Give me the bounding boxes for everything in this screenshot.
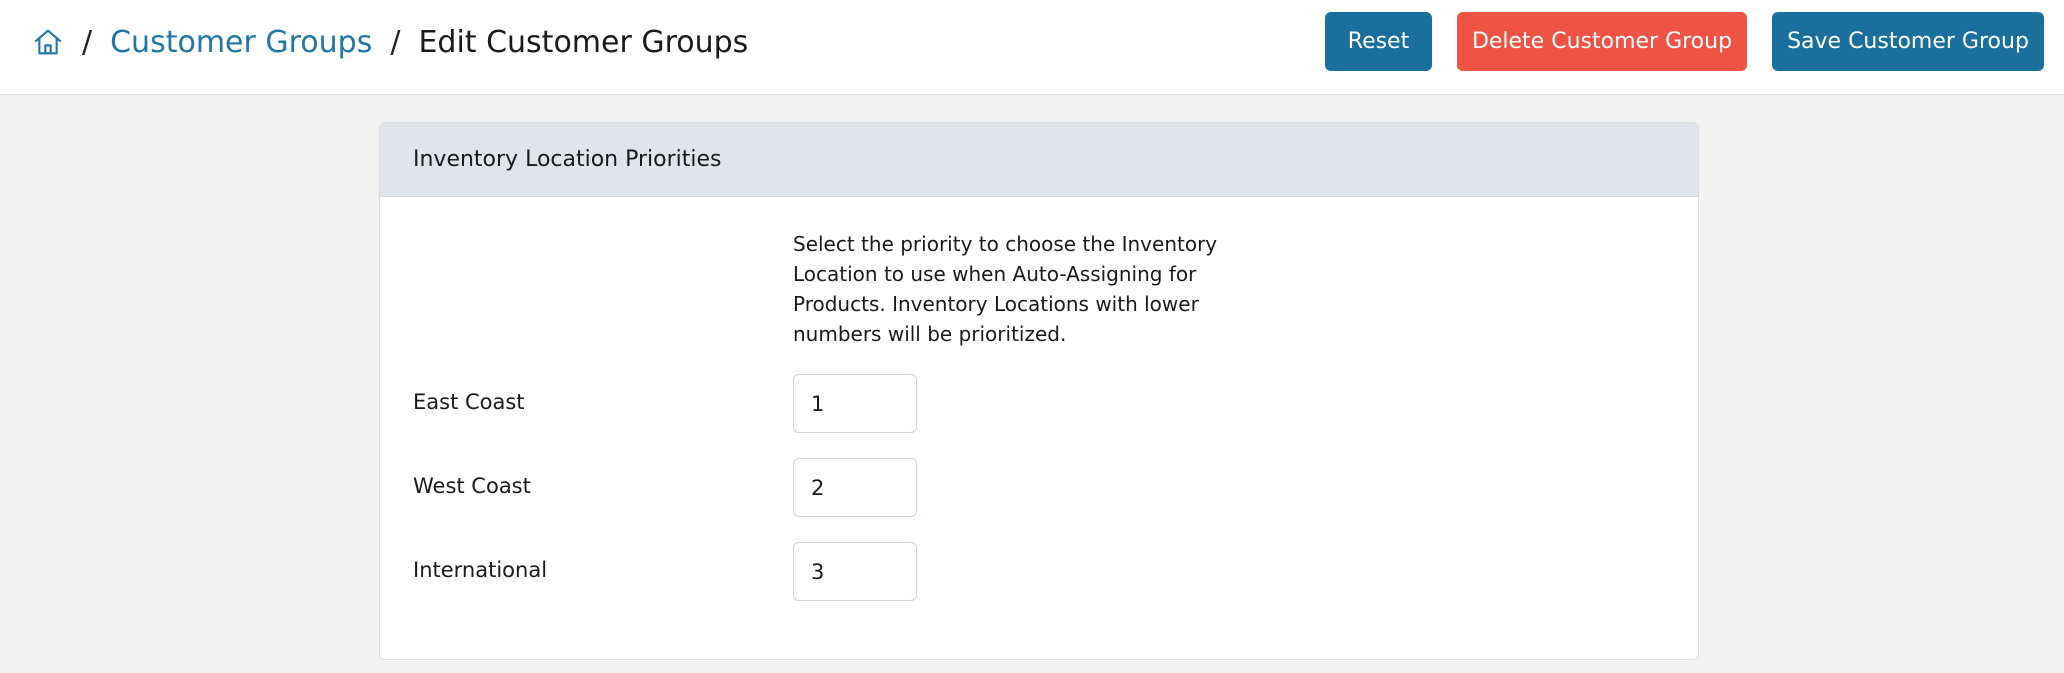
location-label-international: International [413, 558, 548, 582]
breadcrumb: / Customer Groups / Edit Customer Groups [32, 0, 748, 84]
priority-description: Select the priority to choose the Invent… [793, 232, 1218, 346]
home-icon[interactable] [32, 26, 64, 58]
save-customer-group-button[interactable]: Save Customer Group [1772, 12, 2044, 71]
breadcrumb-customer-groups-link[interactable]: Customer Groups [110, 25, 372, 60]
priority-input-international[interactable] [793, 542, 917, 601]
delete-customer-group-button[interactable]: Delete Customer Group [1457, 12, 1747, 71]
top-bar: / Customer Groups / Edit Customer Groups… [0, 0, 2064, 95]
breadcrumb-separator: / [390, 24, 401, 60]
breadcrumb-separator: / [82, 24, 93, 60]
card-title: Inventory Location Priorities [413, 147, 722, 172]
reset-button[interactable]: Reset [1325, 12, 1432, 71]
page-title: Edit Customer Groups [418, 24, 749, 60]
priority-input-east-coast[interactable] [793, 374, 917, 433]
location-label-east-coast: East Coast [413, 390, 525, 414]
priority-input-west-coast[interactable] [793, 458, 917, 517]
location-label-west-coast: West Coast [413, 474, 531, 498]
card-header: Inventory Location Priorities [380, 123, 1698, 197]
inventory-location-priorities-card: Inventory Location Priorities Select the… [379, 122, 1699, 660]
